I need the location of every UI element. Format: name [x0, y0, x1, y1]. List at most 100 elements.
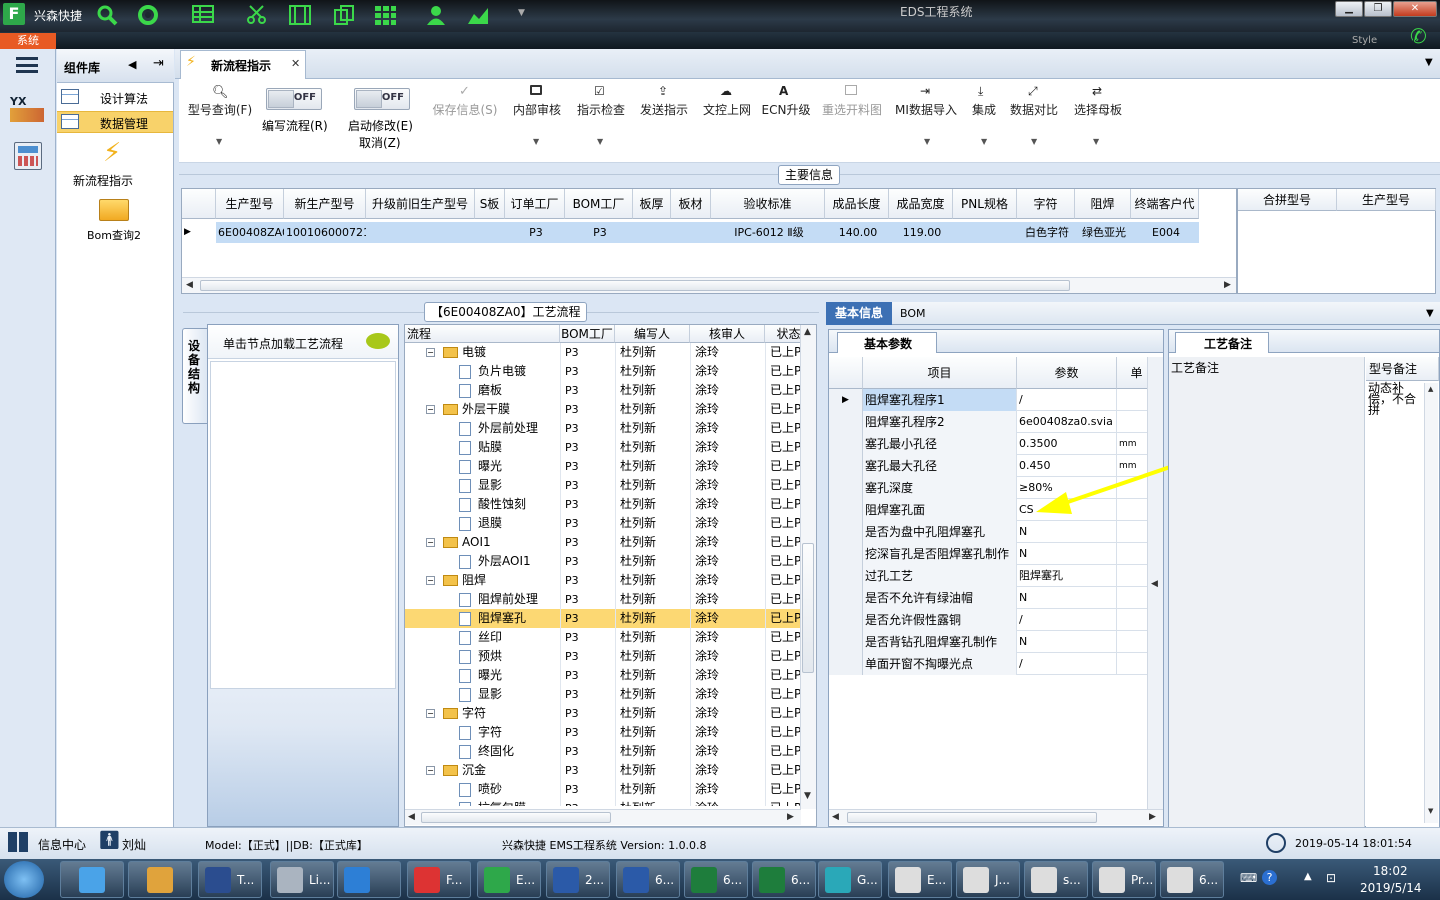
save-info-button[interactable]: ✓ 保存信息(S)	[430, 83, 500, 118]
scroll-thumb[interactable]	[847, 812, 1097, 823]
film-icon[interactable]	[288, 4, 311, 25]
comp-item-design-algorithm[interactable]: 设计算法	[57, 87, 173, 109]
tree-row[interactable]: − 阻焊 P3 杜列新 涂玲 已上P	[405, 571, 801, 590]
chart-icon[interactable]	[466, 4, 488, 24]
send-instruction-button[interactable]: ⇪ 发送指示	[637, 83, 691, 118]
tab-new-flow[interactable]: ⚡ 新流程指示 ✕	[180, 50, 306, 80]
tree-row[interactable]: 曝光 P3 杜列新 涂玲 已上P	[405, 457, 801, 476]
param-row[interactable]: 是否背钻孔阻焊塞孔制作 N	[829, 631, 1147, 653]
tree-row[interactable]: − 外层干膜 P3 杜列新 涂玲 已上P	[405, 400, 801, 419]
search-icon[interactable]	[96, 4, 118, 26]
windows-grid-icon[interactable]	[8, 832, 28, 852]
taskbar-button[interactable]: J...	[956, 861, 1020, 898]
column-header[interactable]: 型号备注	[1366, 357, 1439, 381]
taskbar-button[interactable]: G...	[818, 861, 882, 898]
scroll-down-icon[interactable]: ▼	[1428, 807, 1433, 815]
param-value[interactable]: /	[1017, 389, 1117, 411]
param-row[interactable]: 挖深盲孔是否阻焊塞孔制作 N	[829, 543, 1147, 565]
table-cell[interactable]: 绿色亚光	[1075, 222, 1131, 243]
table-icon[interactable]	[192, 4, 214, 24]
taskbar-button[interactable]: E...	[477, 861, 541, 898]
table-cell[interactable]: E004	[1131, 222, 1199, 243]
column-header[interactable]: 板材	[671, 189, 711, 219]
main-info-hscroll[interactable]: ◀ ▶	[182, 277, 1236, 293]
tree-row[interactable]: 终固化 P3 杜列新 涂玲 已上P	[405, 742, 801, 761]
table-cell[interactable]	[366, 222, 475, 243]
start-modify-toggle[interactable]: OFF	[354, 88, 410, 110]
taskbar-button[interactable]: 6...	[616, 861, 680, 898]
table-cell[interactable]	[671, 222, 711, 243]
table-cell[interactable]: P3	[565, 222, 633, 243]
column-header[interactable]: 合拼型号	[1238, 189, 1337, 211]
scroll-up-icon[interactable]: ▲	[1428, 385, 1433, 393]
collapse-icon[interactable]: −	[426, 538, 435, 547]
table-cell[interactable]	[475, 222, 505, 243]
column-header[interactable]: 升级前旧生产型号	[366, 189, 475, 219]
dropdown-arrow-icon[interactable]: ▼	[924, 137, 930, 146]
scissors-icon[interactable]	[246, 4, 266, 24]
scroll-left-icon[interactable]: ◀	[832, 812, 839, 822]
column-header[interactable]: 板厚	[633, 189, 671, 219]
tool-new-flow[interactable]: ⚡ 新流程指示	[67, 137, 163, 189]
column-header[interactable]: 参数	[1017, 357, 1117, 389]
column-header[interactable]: 新生产型号	[284, 189, 366, 219]
side-tab-equipment-structure[interactable]: 设备结构	[182, 328, 208, 424]
ecn-upgrade-button[interactable]: A ECN升级	[761, 83, 811, 118]
tree-row[interactable]: 曝光 P3 杜列新 涂玲 已上P	[405, 666, 801, 685]
column-header[interactable]: 编写人	[615, 325, 690, 343]
taskbar-button[interactable]: Pr...	[1092, 861, 1156, 898]
param-row[interactable]: 是否不允许有绿油帽 N	[829, 587, 1147, 609]
tree-row[interactable]: 磨板 P3 杜列新 涂玲 已上P	[405, 381, 801, 400]
param-value[interactable]: 6e00408za0.svia	[1017, 411, 1117, 433]
calculator-icon[interactable]	[14, 142, 42, 170]
restore-button[interactable]: ❐	[1364, 1, 1392, 17]
data-compare-button[interactable]: ⤢ 数据对比	[1007, 83, 1061, 118]
select-mother-board-button[interactable]: ⇄ 选择母板	[1071, 83, 1125, 118]
table-cell[interactable]: 6E00408ZA0	[216, 222, 284, 243]
scroll-left-icon[interactable]: ◀	[186, 280, 193, 290]
process-vscroll[interactable]: ▲ ▼	[800, 325, 816, 809]
table-cell[interactable]: 白色字符	[1017, 222, 1075, 243]
tab-list-dropdown-icon[interactable]: ▼	[1425, 57, 1433, 68]
table-cell[interactable]: 10010600072153	[284, 222, 366, 243]
collapse-icon[interactable]: −	[426, 576, 435, 585]
tree-row[interactable]: 阻焊前处理 P3 杜列新 涂玲 已上P	[405, 590, 801, 609]
factory-icon[interactable]: YX	[10, 95, 44, 127]
column-header[interactable]: S板	[475, 189, 505, 219]
info-center-label[interactable]: 信息中心	[38, 836, 86, 853]
dropdown-arrow-icon[interactable]: ▼	[1093, 137, 1099, 146]
param-value[interactable]: N	[1017, 587, 1117, 609]
column-header[interactable]: 验收标准	[711, 189, 825, 219]
customize-dropdown-icon[interactable]: ▼	[518, 8, 525, 18]
taskbar-button[interactable]: s...	[1024, 861, 1088, 898]
param-value[interactable]: /	[1017, 609, 1117, 631]
comp-item-data-management[interactable]: 数据管理	[57, 111, 173, 133]
taskbar-button[interactable]: T...	[198, 861, 262, 898]
taskbar-pinned-button[interactable]	[128, 861, 192, 898]
param-row[interactable]: 单面开窗不掏曝光点 /	[829, 653, 1147, 675]
lifebuoy-icon[interactable]	[137, 4, 158, 25]
column-header[interactable]: 成品长度	[825, 189, 889, 219]
section-tab-basic-params[interactable]: 基本参数	[837, 332, 937, 353]
user-icon[interactable]	[425, 4, 445, 25]
tree-row[interactable]: 贴膜 P3 杜列新 涂玲 已上P	[405, 438, 801, 457]
scroll-thumb[interactable]	[802, 543, 814, 673]
param-value[interactable]: N	[1017, 521, 1117, 543]
scroll-right-icon[interactable]: ▶	[1149, 812, 1156, 822]
tree-row[interactable]: 酸性蚀刻 P3 杜列新 涂玲 已上P	[405, 495, 801, 514]
param-value[interactable]: N	[1017, 631, 1117, 653]
phone-icon[interactable]: ✆	[1410, 24, 1427, 48]
tree-row[interactable]: − AOI1 P3 杜列新 涂玲 已上P	[405, 533, 801, 552]
taskbar-button[interactable]: 2...	[546, 861, 610, 898]
table-cell[interactable]: IPC-6012 Ⅱ级	[711, 222, 825, 243]
keyboard-icon[interactable]: ⌨	[1240, 871, 1257, 885]
pin-exit-icon[interactable]: ⇥	[153, 56, 164, 71]
column-header[interactable]: 生产型号	[1337, 189, 1436, 211]
collapse-left-icon[interactable]: ◀	[128, 58, 136, 71]
param-row[interactable]: 过孔工艺 阻焊塞孔	[829, 565, 1147, 587]
copy-icon[interactable]	[333, 4, 354, 25]
column-header[interactable]: 核审人	[690, 325, 765, 343]
tree-row[interactable]: 抗氧包膜 P3 杜列新 涂玲 已上P	[405, 799, 801, 806]
column-header[interactable]: 流程	[405, 325, 560, 343]
collapse-icon[interactable]: −	[426, 348, 435, 357]
